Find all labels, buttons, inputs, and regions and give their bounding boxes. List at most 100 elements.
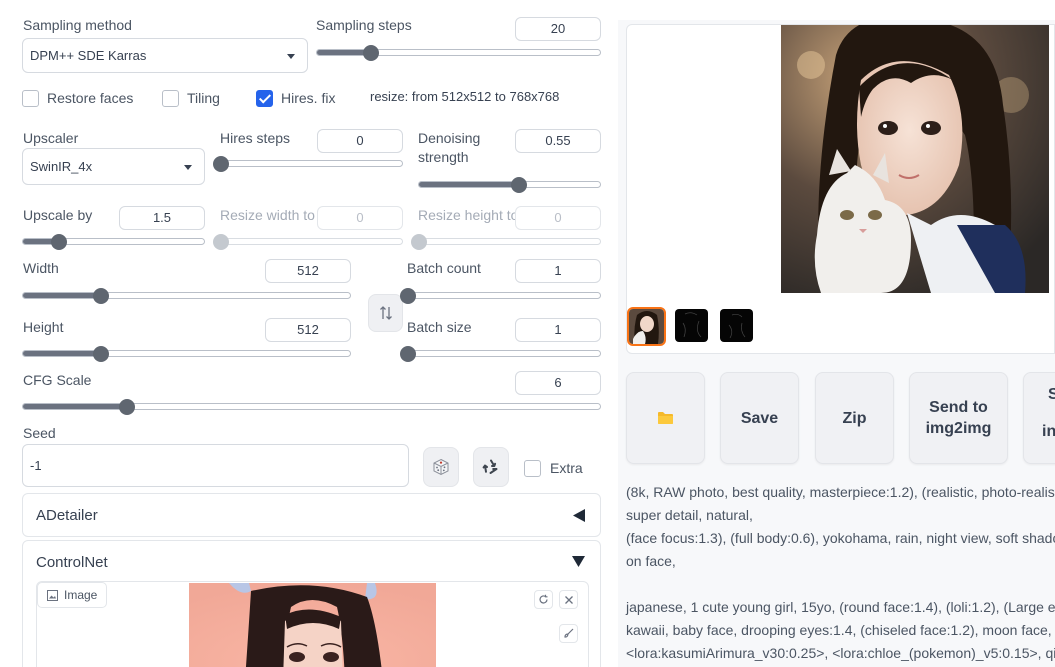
- height-input[interactable]: 512: [265, 318, 351, 342]
- width-label: Width: [23, 260, 59, 276]
- resize-info-to: 768x768: [509, 89, 560, 104]
- slider-thumb[interactable]: [93, 287, 110, 304]
- adetailer-title: ADetailer: [36, 507, 98, 524]
- hires-fix-checkbox[interactable]: [256, 90, 273, 107]
- extra-seed-checkbox[interactable]: [524, 460, 541, 477]
- hires-steps-label: Hires steps: [220, 130, 291, 146]
- send-to-img2img-button[interactable]: Send to img2img: [909, 372, 1008, 464]
- upscaler-select[interactable]: SwinIR_4x: [22, 148, 205, 185]
- width-input[interactable]: 512: [265, 259, 351, 283]
- brush-button[interactable]: [559, 624, 578, 643]
- batch-count-input[interactable]: 1: [515, 259, 601, 283]
- send-to-inpaint-button[interactable]: S in: [1023, 372, 1055, 464]
- denoising-input[interactable]: 0.55: [515, 129, 601, 153]
- restore-faces-checkbox[interactable]: [22, 90, 39, 107]
- seed-value: -1: [30, 458, 42, 473]
- image-tab[interactable]: Image: [37, 582, 108, 608]
- upscale-by-input[interactable]: 1.5: [119, 206, 205, 230]
- gallery-thumb-mask-1[interactable]: [675, 309, 708, 342]
- sampling-method-select[interactable]: DPM++ SDE Karras: [22, 38, 308, 73]
- restore-faces-label: Restore faces: [47, 90, 134, 106]
- height-label: Height: [23, 319, 64, 335]
- slider-fill: [419, 182, 519, 187]
- tiling-checkbox[interactable]: [162, 90, 179, 107]
- slider-fill: [23, 351, 102, 356]
- random-seed-button[interactable]: [423, 447, 459, 487]
- recycle-icon: [482, 459, 498, 474]
- upscale-by-slider[interactable]: [22, 233, 205, 250]
- mask-thumbnail: [682, 312, 702, 338]
- batch-size-slider[interactable]: [400, 345, 601, 362]
- mask-thumbnail: [728, 313, 746, 339]
- sampling-steps-label: Sampling steps: [316, 17, 412, 33]
- sampling-method-label: Sampling method: [23, 17, 132, 33]
- batch-size-label: Batch size: [407, 319, 472, 335]
- slider-thumb[interactable]: [510, 176, 527, 193]
- seed-input[interactable]: -1: [22, 444, 409, 487]
- prompt-line: super detail, natural,: [626, 507, 753, 523]
- slider-thumb[interactable]: [213, 233, 229, 250]
- sampling-method-value: DPM++ SDE Karras: [30, 48, 147, 63]
- gallery-thumb-mask-2[interactable]: [720, 309, 753, 342]
- image-tab-label: Image: [64, 588, 98, 602]
- adetailer-accordion[interactable]: ADetailer: [22, 493, 601, 537]
- upscaler-value: SwinIR_4x: [30, 159, 93, 174]
- controlnet-accordion[interactable]: ControlNet Image: [22, 540, 601, 667]
- slider-thumb[interactable]: [51, 233, 68, 250]
- send-img2img-line2: img2img: [925, 420, 992, 437]
- gallery-thumb-main[interactable]: [627, 307, 666, 346]
- dice-icon: [433, 458, 449, 476]
- resize-width-slider[interactable]: [213, 233, 403, 250]
- height-slider[interactable]: [22, 345, 351, 362]
- slider-thumb[interactable]: [213, 155, 229, 172]
- prompt-line: on face,: [626, 553, 676, 569]
- sampling-steps-input[interactable]: 20: [515, 17, 601, 41]
- controlnet-image-panel[interactable]: Image: [36, 581, 589, 667]
- send-img2img-line1: Send to: [929, 399, 988, 416]
- resize-height-slider[interactable]: [411, 233, 601, 250]
- controlnet-input-image: [189, 583, 436, 667]
- denoising-slider[interactable]: [418, 176, 601, 193]
- generated-image[interactable]: [781, 25, 1049, 293]
- slider-thumb[interactable]: [400, 287, 416, 304]
- chevron-down-icon: [184, 164, 192, 170]
- controlnet-title: ControlNet: [36, 554, 108, 571]
- brush-icon: [564, 628, 574, 638]
- open-folder-button[interactable]: [626, 372, 705, 464]
- denoising-label-line2: strength: [418, 149, 469, 165]
- width-slider[interactable]: [22, 287, 351, 304]
- rotate-button[interactable]: [534, 590, 553, 609]
- sampling-steps-slider[interactable]: [316, 44, 601, 61]
- resize-info: resize: from 512x512 to 768x768: [370, 89, 559, 104]
- hires-steps-slider[interactable]: [213, 155, 403, 172]
- zip-button[interactable]: Zip: [815, 372, 894, 464]
- slider-thumb[interactable]: [118, 398, 135, 415]
- save-button[interactable]: Save: [720, 372, 799, 464]
- resize-width-input[interactable]: 0: [317, 206, 403, 230]
- resize-height-input[interactable]: 0: [515, 206, 601, 230]
- upscaler-label: Upscaler: [23, 130, 79, 146]
- prompt-line: <lora:kasumiArimura_v30:0.25>, <lora:chl…: [626, 645, 1055, 661]
- slider-fill: [23, 404, 127, 409]
- prompt-line: [626, 573, 1055, 596]
- image-icon: [47, 589, 58, 601]
- cfg-scale-label: CFG Scale: [23, 372, 92, 388]
- close-button[interactable]: [559, 590, 578, 609]
- send-inpaint-line1: S: [1048, 386, 1055, 403]
- slider-thumb[interactable]: [93, 345, 110, 362]
- batch-size-input[interactable]: 1: [515, 318, 601, 342]
- upscale-by-label: Upscale by: [23, 207, 93, 223]
- rotate-icon: [539, 594, 548, 604]
- slider-thumb[interactable]: [362, 44, 379, 61]
- batch-count-slider[interactable]: [400, 287, 601, 304]
- slider-thumb[interactable]: [411, 233, 427, 250]
- swap-dimensions-button[interactable]: [368, 294, 403, 332]
- triangle-left-icon: [573, 509, 585, 522]
- prompt-line: kawaii, baby face, drooping eyes:1.4, (c…: [626, 622, 1052, 638]
- reuse-seed-button[interactable]: [473, 447, 509, 487]
- hires-steps-input[interactable]: 0: [317, 129, 403, 153]
- cfg-scale-input[interactable]: 6: [515, 371, 601, 395]
- thumbnail-image: [629, 309, 664, 344]
- slider-thumb[interactable]: [400, 345, 416, 362]
- cfg-scale-slider[interactable]: [22, 398, 601, 415]
